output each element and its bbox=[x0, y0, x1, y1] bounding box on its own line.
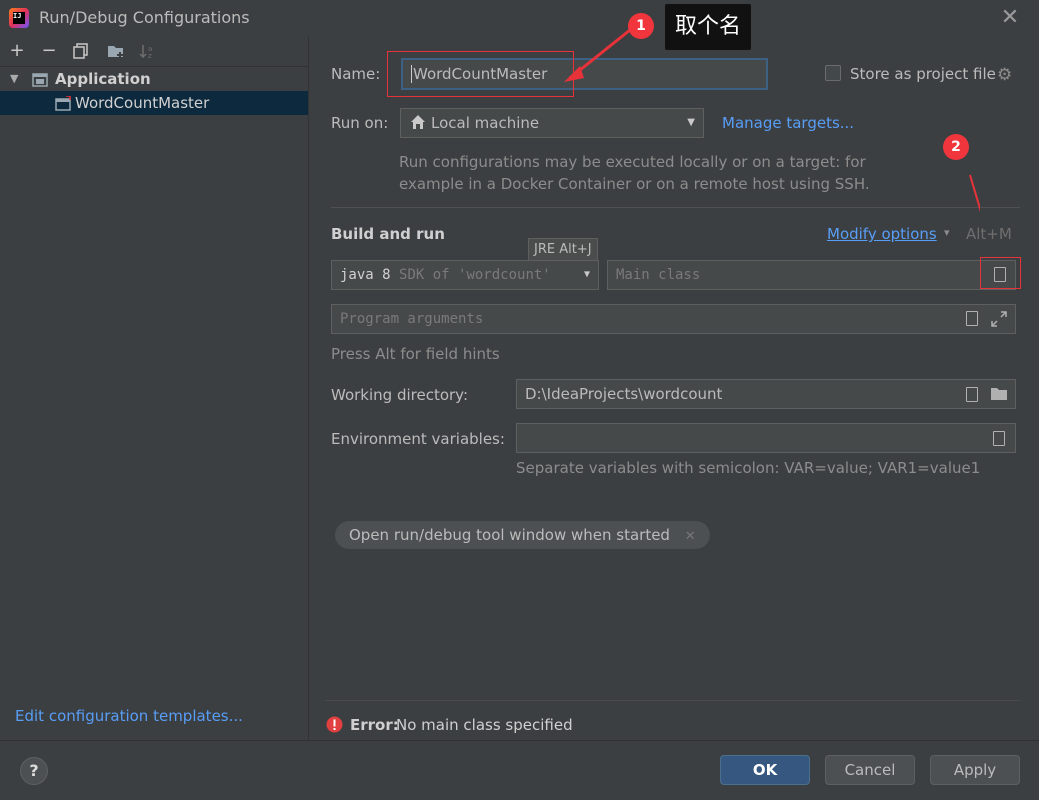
environment-variables-hint: Separate variables with semicolon: VAR=v… bbox=[516, 459, 981, 477]
close-icon[interactable]: ✕ bbox=[685, 529, 696, 544]
ok-button[interactable]: OK bbox=[720, 755, 810, 785]
svg-text:z: z bbox=[148, 52, 152, 59]
error-divider bbox=[325, 700, 1020, 701]
main-class-placeholder: Main class bbox=[616, 267, 701, 283]
annotation-box-main-class bbox=[980, 257, 1021, 289]
folder-icon[interactable] bbox=[990, 386, 1008, 402]
close-icon[interactable]: ✕ bbox=[996, 4, 1024, 32]
remove-configuration-button[interactable]: − bbox=[38, 40, 60, 62]
tree-group-application[interactable]: ▼ Application bbox=[0, 67, 308, 91]
cancel-button[interactable]: Cancel bbox=[825, 755, 915, 785]
jdk-description: SDK of 'wordcount' bbox=[399, 267, 551, 283]
environment-variables-label: Environment variables: bbox=[331, 430, 505, 448]
program-arguments-field[interactable]: Program arguments bbox=[331, 304, 1016, 334]
annotation-callout-1: 取个名 bbox=[665, 4, 752, 50]
insert-macro-icon[interactable] bbox=[966, 387, 978, 402]
configurations-sidebar bbox=[0, 36, 309, 740]
name-label: Name: bbox=[331, 65, 381, 83]
tree-item-wordcountmaster[interactable]: WordCountMaster bbox=[0, 91, 308, 115]
working-directory-label: Working directory: bbox=[331, 386, 469, 404]
apply-button[interactable]: Apply bbox=[930, 755, 1020, 785]
sort-icon[interactable]: az bbox=[139, 43, 157, 60]
annotation-badge-2: 2 bbox=[943, 134, 969, 160]
insert-macro-icon[interactable] bbox=[966, 311, 978, 326]
application-icon bbox=[32, 71, 48, 87]
edit-configuration-templates-link[interactable]: Edit configuration templates... bbox=[15, 707, 243, 725]
chevron-down-icon: ▼ bbox=[10, 72, 19, 85]
home-icon bbox=[410, 109, 426, 137]
run-on-value: Local machine bbox=[431, 114, 540, 132]
gear-icon[interactable]: ⚙ bbox=[997, 66, 1015, 84]
open-tool-window-chip-label: Open run/debug tool window when started bbox=[349, 526, 670, 544]
jdk-select[interactable]: java 8 SDK of 'wordcount' ▼ bbox=[331, 260, 599, 290]
main-class-field[interactable]: Main class bbox=[607, 260, 1016, 290]
chevron-down-icon: ▼ bbox=[583, 269, 590, 280]
window-title: Run/Debug Configurations bbox=[39, 8, 250, 27]
program-arguments-placeholder: Program arguments bbox=[340, 311, 484, 327]
help-button[interactable]: ? bbox=[20, 757, 48, 785]
run-config-icon bbox=[55, 95, 71, 111]
intellij-logo-icon: IJ bbox=[9, 8, 29, 28]
field-hints-text: Press Alt for field hints bbox=[331, 345, 500, 363]
tree-group-label: Application bbox=[55, 70, 151, 88]
new-folder-icon[interactable] bbox=[107, 43, 125, 59]
error-label: Error: bbox=[350, 716, 399, 734]
environment-variables-field[interactable] bbox=[516, 423, 1016, 453]
working-directory-value: D:\IdeaProjects\wordcount bbox=[525, 385, 723, 403]
copy-icon[interactable] bbox=[73, 43, 89, 59]
tree-item-label: WordCountMaster bbox=[75, 94, 210, 112]
working-directory-field[interactable]: D:\IdeaProjects\wordcount bbox=[516, 379, 1016, 409]
build-and-run-title: Build and run bbox=[331, 225, 445, 243]
expand-icon[interactable] bbox=[990, 310, 1008, 328]
annotation-arrows bbox=[564, 28, 980, 212]
edit-env-vars-icon[interactable] bbox=[993, 431, 1005, 446]
error-message: No main class specified bbox=[396, 716, 573, 734]
annotation-box-name bbox=[387, 51, 574, 97]
open-tool-window-option-chip[interactable]: Open run/debug tool window when started … bbox=[335, 521, 710, 549]
add-configuration-button[interactable]: + bbox=[6, 40, 28, 62]
annotation-badge-1: 1 bbox=[628, 13, 654, 39]
jdk-version: java 8 bbox=[340, 267, 391, 283]
run-on-label: Run on: bbox=[331, 114, 389, 132]
error-icon bbox=[326, 716, 343, 733]
